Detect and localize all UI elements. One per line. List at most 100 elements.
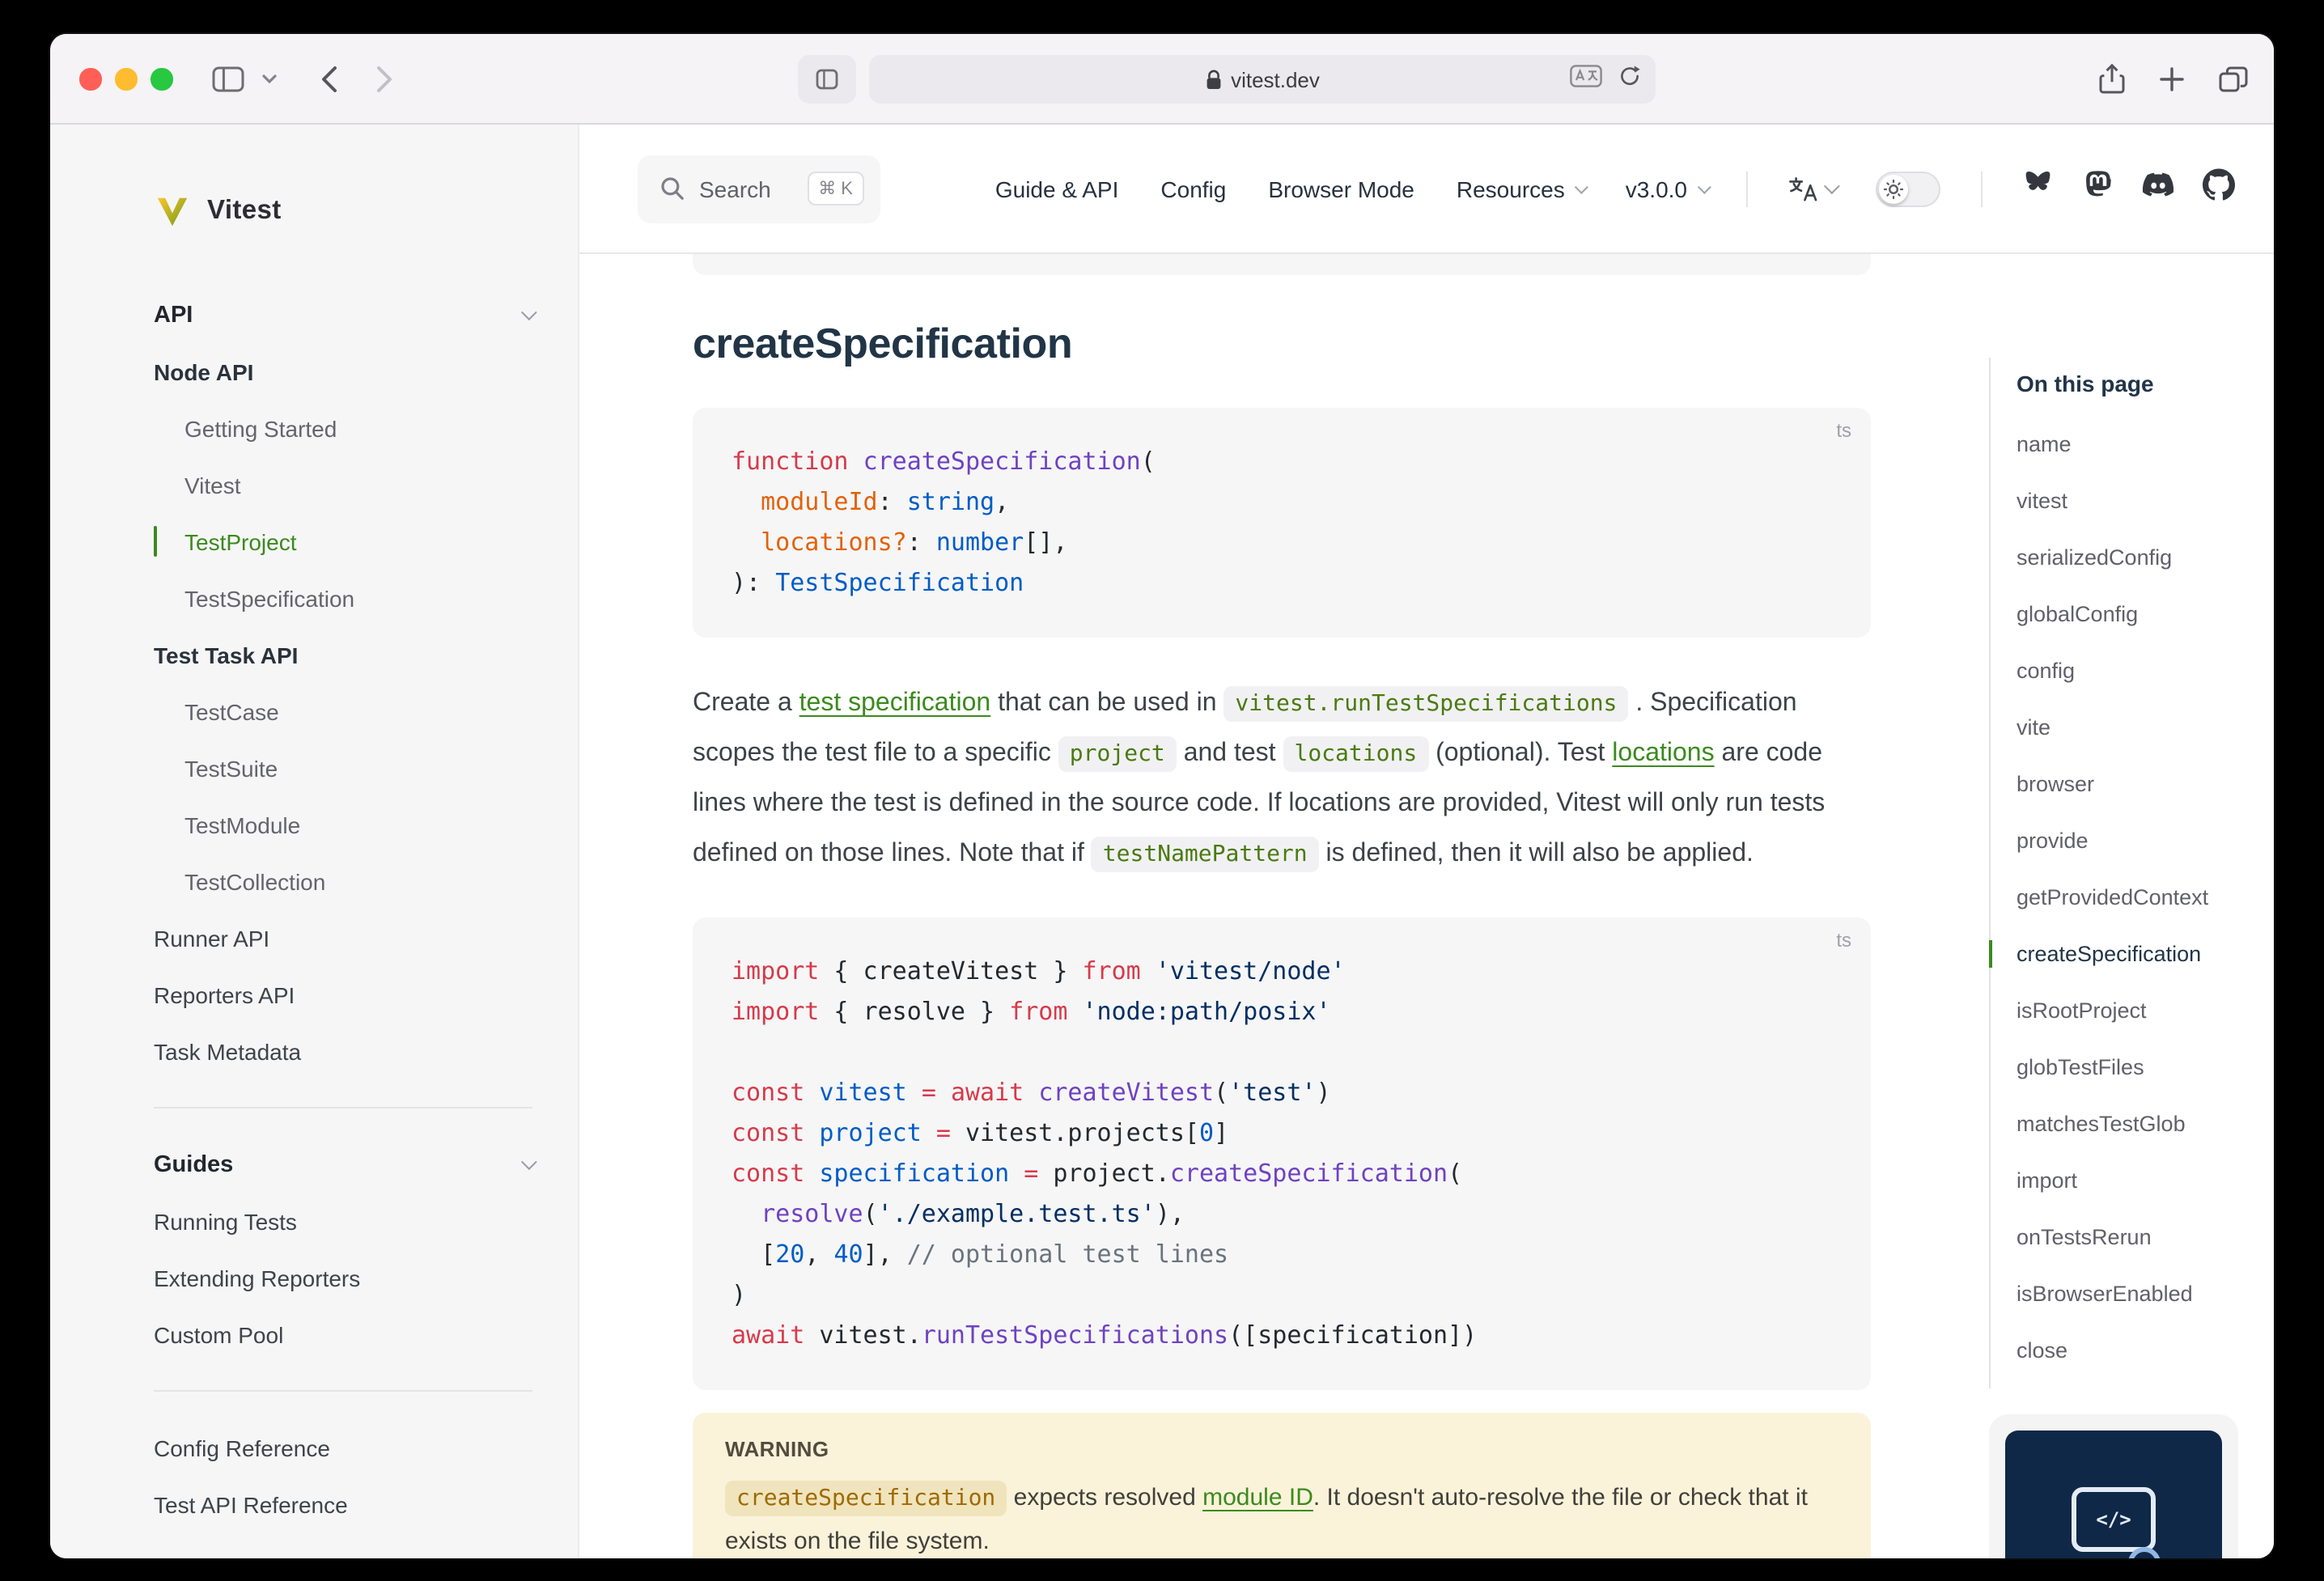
toc-item-matchestestglob[interactable]: matchesTestGlob: [2017, 1096, 2264, 1152]
sidebar-item-api[interactable]: API: [154, 286, 532, 343]
doc-link-locations[interactable]: locations: [1612, 740, 1714, 767]
sidebar-item-label: Custom Pool: [154, 1321, 283, 1347]
browser-window: vitest.dev: [50, 34, 2274, 1558]
page-format-button[interactable]: [798, 55, 856, 104]
toc-item-vitest[interactable]: vitest: [2017, 473, 2264, 529]
nav-link-resources[interactable]: Resources: [1457, 176, 1584, 201]
sidebar-item-extending-reporters[interactable]: Extending Reporters: [154, 1249, 532, 1306]
sidebar-item-guides[interactable]: Guides: [154, 1136, 532, 1193]
toc: On this page namevitestserializedConfigg…: [1989, 358, 2264, 1388]
toc-item-globalconfig[interactable]: globalConfig: [2017, 586, 2264, 642]
sidebar-item-testproject[interactable]: TestProject: [154, 513, 532, 570]
sidebar-item-label: Config Reference: [154, 1435, 330, 1460]
forward-button[interactable]: [375, 65, 393, 94]
sidebar-menu-chevron-icon[interactable]: [262, 74, 277, 84]
code-lines: function createSpecification( moduleId: …: [732, 442, 1832, 604]
sidebar-item-test-task-api[interactable]: Test Task API: [154, 626, 532, 683]
close-window-button[interactable]: [79, 68, 101, 90]
language-menu[interactable]: [1788, 176, 1835, 201]
minimize-window-button[interactable]: [115, 68, 137, 90]
sidebar-item-vitest[interactable]: Vitest: [154, 456, 532, 513]
toc-item-isbrowserenabled[interactable]: isBrowserEnabled: [2017, 1265, 2264, 1322]
browser-titlebar: vitest.dev: [50, 34, 2274, 125]
share-icon[interactable]: [2099, 63, 2125, 95]
search-placeholder: Search: [699, 176, 792, 201]
site-logo[interactable]: Vitest: [154, 193, 282, 230]
toc-item-provide[interactable]: provide: [2017, 812, 2264, 869]
sidebar-item-testcase[interactable]: TestCase: [154, 683, 532, 740]
code-line: [20, 40], // optional test lines: [732, 1235, 1832, 1275]
sidebar-item-running-tests[interactable]: Running Tests: [154, 1193, 532, 1249]
navbar-divider: [1746, 171, 1748, 206]
previous-block-sliver: [693, 254, 1871, 275]
toc-item-serializedconfig[interactable]: serializedConfig: [2017, 529, 2264, 586]
nav-link-config[interactable]: Config: [1160, 176, 1226, 201]
warning-callout: WARNING createSpecification expects reso…: [693, 1413, 1871, 1558]
stage: vitest.dev: [0, 0, 2324, 1581]
discord-icon[interactable]: [2141, 172, 2175, 206]
sidebar-item-test-api-reference[interactable]: Test API Reference: [154, 1476, 532, 1532]
toc-item-ontestsrerun[interactable]: onTestsRerun: [2017, 1209, 2264, 1265]
sidebar-item-label: TestSpecification: [184, 585, 354, 611]
code-line: moduleId: string,: [732, 482, 1832, 523]
nav-link-label: v3.0.0: [1626, 176, 1687, 201]
toc-item-name[interactable]: name: [2017, 416, 2264, 473]
toc-item-globtestfiles[interactable]: globTestFiles: [2017, 1039, 2264, 1096]
page-title: createSpecification: [693, 319, 1871, 369]
translate-icon: [1788, 176, 1817, 201]
reload-icon[interactable]: [1618, 64, 1641, 95]
nav-link-browser-mode[interactable]: Browser Mode: [1268, 176, 1414, 201]
sidebar-item-custom-pool[interactable]: Custom Pool: [154, 1306, 532, 1363]
sidebar-item-label: Running Tests: [154, 1208, 297, 1234]
code-line: const vitest = await createVitest('test'…: [732, 1073, 1832, 1113]
docs-sidebar: Vitest APINode APIGetting StartedVitestT…: [50, 125, 579, 1558]
text-run: and test: [1177, 740, 1283, 767]
toc-item-browser[interactable]: browser: [2017, 756, 2264, 812]
zoom-window-button[interactable]: [151, 68, 172, 90]
sidebar-item-testspecification[interactable]: TestSpecification: [154, 570, 532, 626]
toc-item-isrootproject[interactable]: isRootProject: [2017, 982, 2264, 1039]
github-icon[interactable]: [2203, 168, 2235, 209]
sidebar-item-testmodule[interactable]: TestModule: [154, 796, 532, 853]
address-bar[interactable]: vitest.dev: [869, 55, 1656, 104]
sidebar-item-node-api[interactable]: Node API: [154, 343, 532, 400]
search-input[interactable]: Search ⌘ K: [638, 155, 880, 223]
chevron-down-icon: [1575, 180, 1588, 193]
back-button[interactable]: [320, 65, 338, 94]
inline-code: testNamePattern: [1092, 837, 1319, 872]
toc-item-close[interactable]: close: [2017, 1322, 2264, 1379]
tab-overview-icon[interactable]: [2219, 66, 2248, 92]
doc-link-module-id[interactable]: module ID: [1202, 1484, 1313, 1511]
toc-item-getprovidedcontext[interactable]: getProvidedContext: [2017, 869, 2264, 926]
nav-link-v3-0-0[interactable]: v3.0.0: [1626, 176, 1706, 201]
sidebar-toggle-icon[interactable]: [212, 66, 244, 92]
text-run: expects resolved: [1007, 1484, 1202, 1511]
theme-toggle[interactable]: [1876, 171, 1940, 206]
nav-link-guide-api[interactable]: Guide & API: [995, 176, 1119, 201]
sidebar-item-config-reference[interactable]: Config Reference: [154, 1419, 532, 1476]
sidebar-item-reporters-api[interactable]: Reporters API: [154, 966, 532, 1023]
toc-item-vite[interactable]: vite: [2017, 699, 2264, 756]
sidebar-item-label: Test Task API: [154, 642, 298, 668]
code-window-icon: </>: [2072, 1487, 2156, 1552]
toc-item-import[interactable]: import: [2017, 1152, 2264, 1209]
doc-link-test-specification[interactable]: test specification: [799, 689, 991, 717]
bluesky-icon[interactable]: [2023, 170, 2055, 207]
sidebar-item-task-metadata[interactable]: Task Metadata: [154, 1023, 532, 1079]
new-tab-icon[interactable]: [2159, 66, 2185, 92]
toc-item-config[interactable]: config: [2017, 642, 2264, 699]
sidebar-item-getting-started[interactable]: Getting Started: [154, 400, 532, 456]
nav-link-label: Browser Mode: [1268, 176, 1414, 201]
sidebar-item-runner-api[interactable]: Runner API: [154, 909, 532, 966]
toc-item-createspecification[interactable]: createSpecification: [2017, 926, 2264, 982]
nav-link-label: Resources: [1457, 176, 1565, 201]
sidebar-item-testcollection[interactable]: TestCollection: [154, 853, 532, 909]
window-controls: [79, 68, 172, 90]
sponsor-card[interactable]: </>: [1989, 1414, 2238, 1558]
sidebar-item-label: TestCase: [184, 698, 279, 724]
sidebar-item-testsuite[interactable]: TestSuite: [154, 740, 532, 796]
navbar-right: Guide & API Config Browser Mode Resources v3…: [995, 168, 2235, 209]
translate-icon[interactable]: [1570, 64, 1602, 95]
sidebar-item-label: Reporters API: [154, 981, 295, 1007]
mastodon-icon[interactable]: [2083, 168, 2114, 209]
